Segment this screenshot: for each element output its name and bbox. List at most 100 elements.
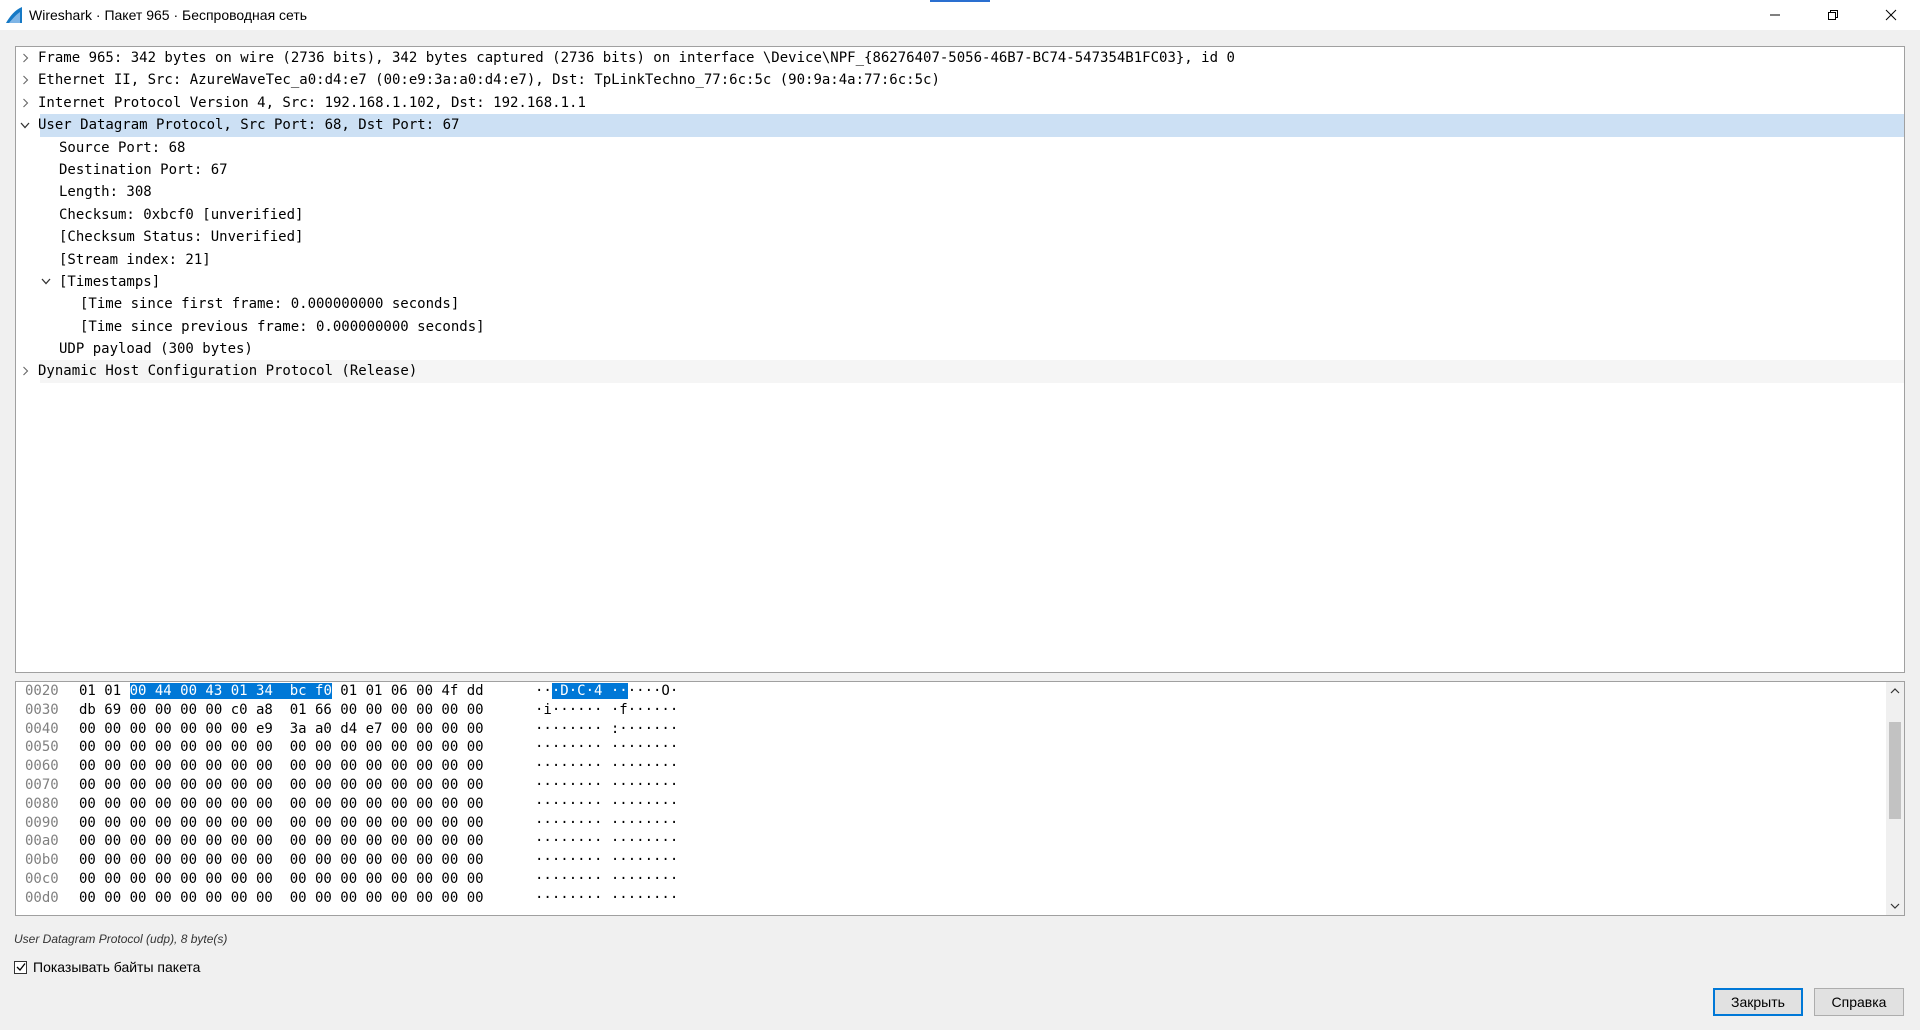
help-button[interactable]: Справка [1814, 988, 1904, 1016]
wireshark-fin-icon [6, 7, 22, 23]
hex-row[interactable]: 00a0 00 00 00 00 00 00 00 00 00 00 00 00 … [16, 832, 1904, 851]
tree-row[interactable]: [Checksum Status: Unverified] [16, 226, 1904, 248]
minimize-button[interactable] [1746, 0, 1804, 30]
hex-bytes[interactable]: 01 01 00 44 00 43 01 34 bc f0 01 01 06 0… [79, 682, 484, 701]
chevron-down-icon[interactable] [18, 114, 32, 136]
hex-ascii[interactable]: ········ ········ [535, 851, 678, 870]
hex-offset: 0090 [25, 814, 59, 831]
chevron-down-icon[interactable] [39, 271, 53, 293]
hex-row[interactable]: 0070 00 00 00 00 00 00 00 00 00 00 00 00 … [16, 776, 1904, 795]
ascii-segment: ········ ········ [535, 814, 679, 831]
chevron-right-icon[interactable] [18, 69, 32, 91]
hex-row[interactable]: 00b0 00 00 00 00 00 00 00 00 00 00 00 00 … [16, 851, 1904, 870]
ascii-segment: ········ ········ [535, 776, 679, 793]
show-bytes-checkbox[interactable] [14, 960, 27, 974]
hex-bytes-segment: 00 00 00 00 00 00 00 00 00 00 00 00 00 0… [79, 739, 484, 756]
hex-row[interactable]: 00c0 00 00 00 00 00 00 00 00 00 00 00 00 … [16, 870, 1904, 889]
tree-row[interactable]: Source Port: 68 [16, 137, 1904, 159]
hex-row[interactable]: 0020 01 01 00 44 00 43 01 34 bc f0 01 01 … [16, 682, 1904, 701]
hex-ascii[interactable]: ········ ········ [535, 795, 678, 814]
hex-row[interactable]: 0080 00 00 00 00 00 00 00 00 00 00 00 00 … [16, 795, 1904, 814]
tree-row-label: [Timestamps] [59, 273, 161, 290]
scroll-up-icon[interactable] [1886, 682, 1904, 700]
ascii-segment: ········ ········ [535, 739, 679, 756]
hex-offset: 0080 [25, 795, 59, 812]
packet-bytes-pane[interactable]: 0020 01 01 00 44 00 43 01 34 bc f0 01 01 … [15, 681, 1905, 916]
hex-bytes-segment: 00 00 00 00 00 00 00 00 00 00 00 00 00 0… [79, 889, 484, 906]
hex-ascii[interactable]: ········ :······· [535, 720, 678, 739]
ascii-highlighted: ·D·C·4 ·· [551, 683, 628, 699]
tree-row[interactable]: Ethernet II, Src: AzureWaveTec_a0:d4:e7 … [16, 69, 1904, 91]
chevron-right-icon[interactable] [18, 92, 32, 114]
tree-row[interactable]: [Timestamps] [16, 271, 1904, 293]
hex-bytes-highlighted: 00 44 00 43 01 34 bc f0 [129, 683, 332, 699]
hex-bytes[interactable]: db 69 00 00 00 00 c0 a8 01 66 00 00 00 0… [79, 701, 484, 720]
hex-bytes[interactable]: 00 00 00 00 00 00 00 00 00 00 00 00 00 0… [79, 870, 484, 889]
vertical-scrollbar[interactable] [1886, 682, 1904, 915]
scroll-thumb[interactable] [1889, 722, 1901, 819]
chevron-right-icon[interactable] [18, 360, 32, 382]
ascii-segment: ········ :······· [535, 720, 679, 737]
close-icon [1885, 9, 1897, 21]
hex-row[interactable]: 0050 00 00 00 00 00 00 00 00 00 00 00 00 … [16, 738, 1904, 757]
tree-row[interactable]: [Time since previous frame: 0.000000000 … [16, 316, 1904, 338]
tree-row-label: Checksum: 0xbcf0 [unverified] [59, 206, 304, 223]
hex-offset: 00a0 [25, 833, 59, 850]
hex-bytes-segment: 00 00 00 00 00 00 00 00 00 00 00 00 00 0… [79, 833, 484, 850]
hex-row[interactable]: 0090 00 00 00 00 00 00 00 00 00 00 00 00 … [16, 814, 1904, 833]
tree-row[interactable]: Destination Port: 67 [16, 159, 1904, 181]
hex-ascii[interactable]: ········ ········ [535, 738, 678, 757]
hex-ascii[interactable]: ········ ········ [535, 757, 678, 776]
hex-ascii[interactable]: ········ ········ [535, 832, 678, 851]
hex-bytes[interactable]: 00 00 00 00 00 00 00 00 00 00 00 00 00 0… [79, 889, 484, 908]
tree-row-label: Frame 965: 342 bytes on wire (2736 bits)… [38, 50, 1235, 66]
hex-ascii[interactable]: ········ ········ [535, 889, 678, 908]
hex-offset: 0070 [25, 776, 59, 793]
restore-button[interactable] [1804, 0, 1862, 30]
scroll-down-icon[interactable] [1886, 897, 1904, 915]
hex-bytes-segment: db 69 00 00 00 00 c0 a8 01 66 00 00 00 0… [79, 701, 484, 718]
hex-row[interactable]: 0060 00 00 00 00 00 00 00 00 00 00 00 00 … [16, 757, 1904, 776]
tree-row[interactable]: Dynamic Host Configuration Protocol (Rel… [16, 360, 1904, 383]
hex-ascii[interactable]: ········ ········ [535, 776, 678, 795]
close-button[interactable]: Закрыть [1713, 988, 1803, 1016]
hex-bytes-segment: 00 00 00 00 00 00 00 00 00 00 00 00 00 0… [79, 870, 484, 887]
restore-icon [1828, 10, 1838, 20]
tree-row[interactable]: UDP payload (300 bytes) [16, 338, 1904, 360]
hex-row[interactable]: 00d0 00 00 00 00 00 00 00 00 00 00 00 00 … [16, 889, 1904, 908]
hex-row[interactable]: 0040 00 00 00 00 00 00 00 e9 3a a0 d4 e7 … [16, 720, 1904, 739]
tree-row-label: Dynamic Host Configuration Protocol (Rel… [38, 363, 418, 380]
hex-ascii[interactable]: ···D·C·4 ······O· [535, 682, 678, 701]
tree-row[interactable]: [Time since first frame: 0.000000000 sec… [16, 293, 1904, 315]
tree-row-label: User Datagram Protocol, Src Port: 68, Ds… [38, 117, 460, 134]
packet-details-tree[interactable]: Frame 965: 342 bytes on wire (2736 bits)… [15, 46, 1905, 673]
hex-bytes[interactable]: 00 00 00 00 00 00 00 00 00 00 00 00 00 0… [79, 814, 484, 833]
field-status-text: User Datagram Protocol (udp), 8 byte(s) [14, 932, 228, 946]
hex-bytes[interactable]: 00 00 00 00 00 00 00 00 00 00 00 00 00 0… [79, 832, 484, 851]
hex-bytes[interactable]: 00 00 00 00 00 00 00 00 00 00 00 00 00 0… [79, 738, 484, 757]
tree-row[interactable]: Length: 308 [16, 181, 1904, 203]
hex-ascii[interactable]: ·i······ ·f······ [535, 701, 678, 720]
tree-row[interactable]: [Stream index: 21] [16, 249, 1904, 271]
hex-offset: 0040 [25, 720, 59, 737]
hex-ascii[interactable]: ········ ········ [535, 814, 678, 833]
hex-bytes-segment: 00 00 00 00 00 00 00 e9 3a a0 d4 e7 00 0… [79, 720, 484, 737]
hex-row[interactable]: 0030 db 69 00 00 00 00 c0 a8 01 66 00 00 … [16, 701, 1904, 720]
hex-bytes[interactable]: 00 00 00 00 00 00 00 e9 3a a0 d4 e7 00 0… [79, 720, 484, 739]
tree-row[interactable]: Checksum: 0xbcf0 [unverified] [16, 204, 1904, 226]
ascii-segment: ········ ········ [535, 889, 679, 906]
hex-bytes[interactable]: 00 00 00 00 00 00 00 00 00 00 00 00 00 0… [79, 757, 484, 776]
hex-ascii[interactable]: ········ ········ [535, 870, 678, 889]
tree-row[interactable]: Internet Protocol Version 4, Src: 192.16… [16, 92, 1904, 114]
chevron-right-icon[interactable] [18, 47, 32, 69]
show-bytes-option[interactable]: Показывать байты пакета [14, 959, 200, 975]
close-window-button[interactable] [1862, 0, 1920, 30]
hex-bytes[interactable]: 00 00 00 00 00 00 00 00 00 00 00 00 00 0… [79, 795, 484, 814]
tree-row[interactable]: Frame 965: 342 bytes on wire (2736 bits)… [16, 47, 1904, 69]
hex-offset: 0020 [25, 683, 59, 699]
hex-bytes[interactable]: 00 00 00 00 00 00 00 00 00 00 00 00 00 0… [79, 776, 484, 795]
tree-row[interactable]: User Datagram Protocol, Src Port: 68, Ds… [16, 114, 1904, 137]
hex-bytes-segment: 00 00 00 00 00 00 00 00 00 00 00 00 00 0… [79, 814, 484, 831]
tree-row-label: [Stream index: 21] [59, 251, 211, 268]
hex-bytes[interactable]: 00 00 00 00 00 00 00 00 00 00 00 00 00 0… [79, 851, 484, 870]
